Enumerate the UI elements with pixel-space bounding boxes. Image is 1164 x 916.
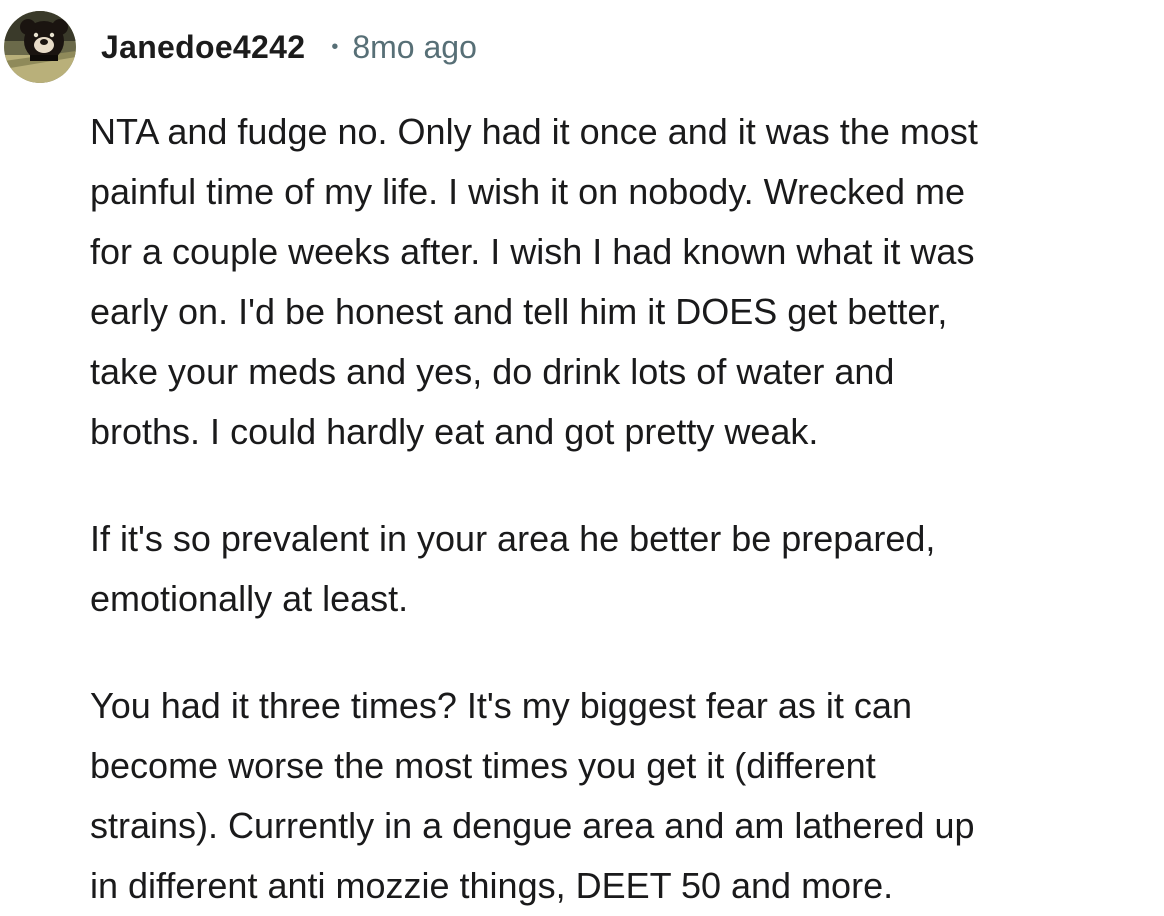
comment-author[interactable]: Janedoe4242 [101,29,305,66]
comment-body: NTA and fudge no. Only had it once and i… [90,102,1160,916]
user-avatar[interactable] [4,11,76,83]
comment-timestamp: 8mo ago [352,28,477,65]
comment-paragraph: If it's so prevalent in your area he bet… [90,518,936,619]
comment: Janedoe4242 • 8mo ago NTA and fudge no. … [0,0,1164,913]
comment-paragraph: You had it three times? It's my biggest … [90,685,975,906]
meta-separator: • [331,36,339,58]
comment-header: Janedoe4242 • 8mo ago [4,10,477,84]
comment-paragraph: NTA and fudge no. Only had it once and i… [90,111,978,452]
bear-avatar-icon [4,11,76,83]
